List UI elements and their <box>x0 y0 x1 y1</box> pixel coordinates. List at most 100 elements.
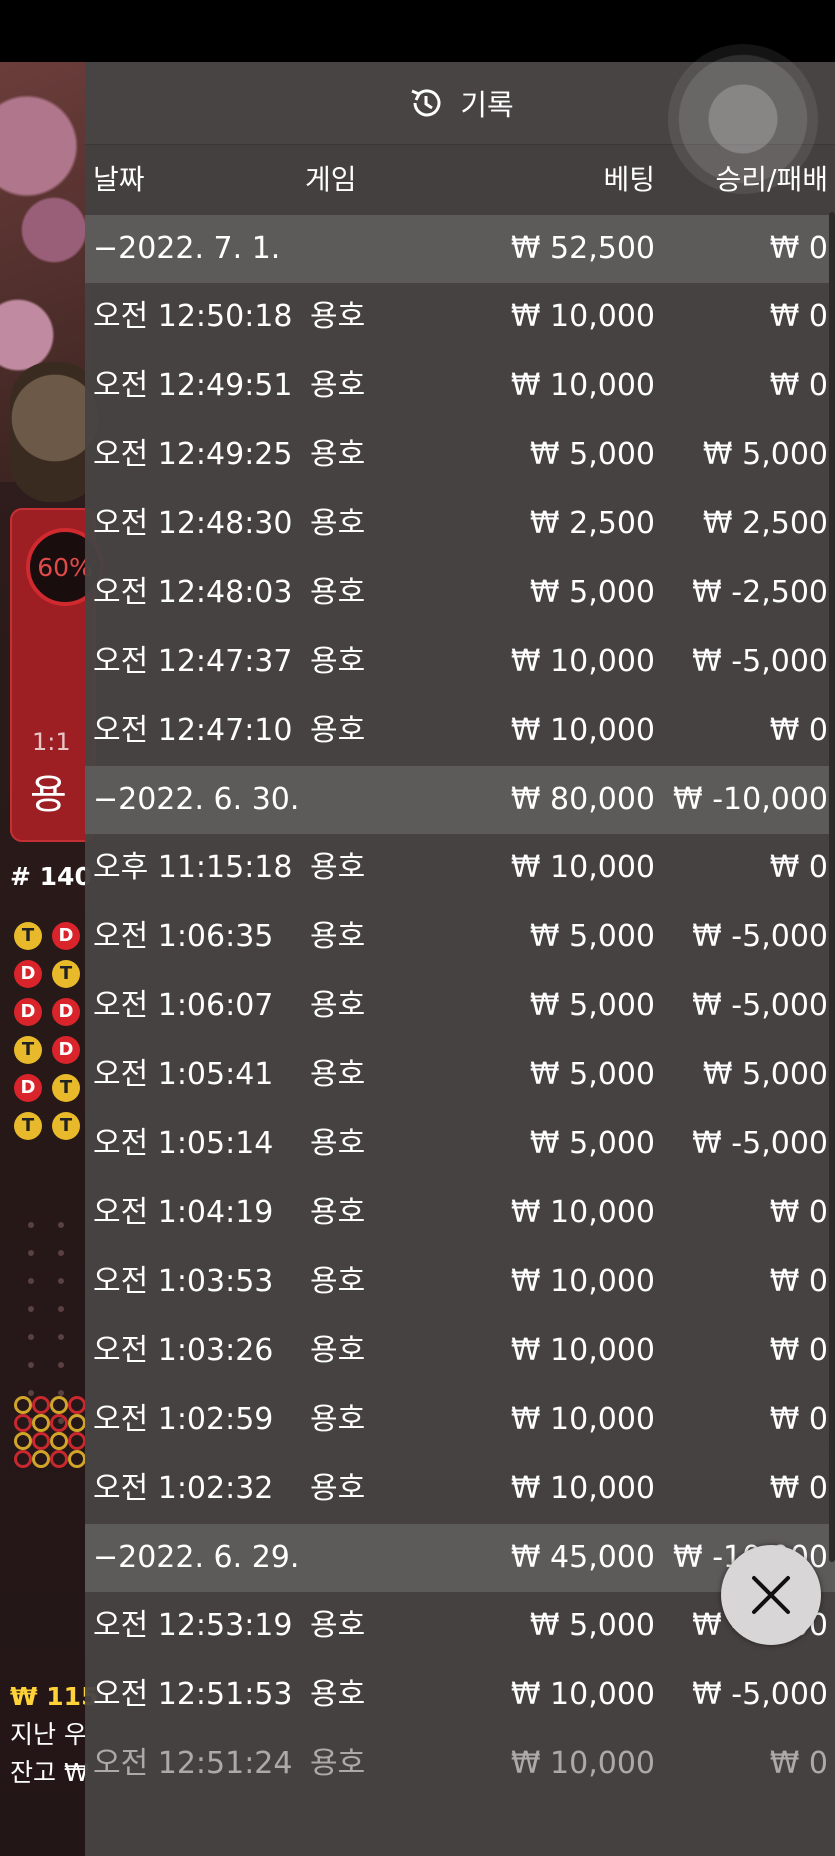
row-time: 오전 1:05:41 <box>93 1057 274 1092</box>
row-bet: ₩ 10,000 <box>510 1333 655 1368</box>
row-time: 오전 12:47:10 <box>93 713 293 748</box>
history-row[interactable]: 오전 12:48:03 용호 ₩ 5,000 ₩ -2,500 <box>85 559 835 628</box>
road-ring <box>14 1414 32 1432</box>
row-result: ₩ -5,000 <box>692 644 828 679</box>
road-dot <box>28 1362 34 1368</box>
history-list[interactable]: −2022. 7. 1. ₩ 52,500 ₩ 0 오전 12:50:18 용호 ₩ 10… <box>85 215 835 1799</box>
row-bet: ₩ 5,000 <box>529 1126 655 1161</box>
history-row[interactable]: 오전 1:06:35 용호 ₩ 5,000 ₩ -5,000 <box>85 903 835 972</box>
group-bet-total: ₩ 45,000 <box>510 1540 655 1575</box>
row-time: 오전 12:50:18 <box>93 299 293 334</box>
row-bet: ₩ 10,000 <box>510 1195 655 1230</box>
road-ring <box>68 1414 86 1432</box>
history-row[interactable]: 오전 12:47:37 용호 ₩ 10,000 ₩ -5,000 <box>85 628 835 697</box>
row-time: 오전 1:03:26 <box>93 1333 274 1368</box>
history-row[interactable]: 오전 1:05:41 용호 ₩ 5,000 ₩ 5,000 <box>85 1041 835 1110</box>
road-dot <box>58 1306 64 1312</box>
road-ring <box>14 1432 32 1450</box>
road-ring <box>50 1414 68 1432</box>
row-time: 오전 12:51:24 <box>93 1746 293 1781</box>
row-result: ₩ 0 <box>769 368 828 403</box>
row-bet: ₩ 10,000 <box>510 713 655 748</box>
road-dot <box>28 1390 34 1396</box>
row-game: 용호 <box>310 1402 366 1437</box>
row-result: ₩ 5,000 <box>702 1057 828 1092</box>
road-ring <box>14 1450 32 1468</box>
row-time: 오후 11:15:18 <box>93 850 293 885</box>
road-bead: D <box>52 922 80 950</box>
road-bead: T <box>14 922 42 950</box>
road-ring <box>32 1396 50 1414</box>
history-row[interactable]: 오전 12:49:51 용호 ₩ 10,000 ₩ 0 <box>85 352 835 421</box>
row-time: 오전 12:51:53 <box>93 1677 293 1712</box>
history-row[interactable]: 오전 1:06:07 용호 ₩ 5,000 ₩ -5,000 <box>85 972 835 1041</box>
road-bead: T <box>52 960 80 988</box>
row-bet: ₩ 10,000 <box>510 1402 655 1437</box>
row-game: 용호 <box>310 368 366 403</box>
row-game: 용호 <box>310 1126 366 1161</box>
group-date: −2022. 6. 29. <box>93 1540 300 1575</box>
row-time: 오전 1:06:35 <box>93 919 274 954</box>
close-button[interactable] <box>721 1545 821 1645</box>
row-result: ₩ 0 <box>769 713 828 748</box>
road-ring <box>32 1414 50 1432</box>
history-row[interactable]: 오전 12:49:25 용호 ₩ 5,000 ₩ 5,000 <box>85 421 835 490</box>
road-bead: D <box>14 960 42 988</box>
road-dot <box>28 1306 34 1312</box>
history-row[interactable]: 오전 1:04:19 용호 ₩ 10,000 ₩ 0 <box>85 1179 835 1248</box>
history-row[interactable]: 오전 1:03:26 용호 ₩ 10,000 ₩ 0 <box>85 1317 835 1386</box>
history-row[interactable]: 오전 12:50:18 용호 ₩ 10,000 ₩ 0 <box>85 283 835 352</box>
row-time: 오전 1:02:32 <box>93 1471 274 1506</box>
history-row[interactable]: 오전 1:02:32 용호 ₩ 10,000 ₩ 0 <box>85 1455 835 1524</box>
scrollbar[interactable] <box>829 212 835 1562</box>
history-row[interactable]: 오전 12:51:53 용호 ₩ 10,000 ₩ -5,000 <box>85 1661 835 1730</box>
row-result: ₩ 0 <box>769 850 828 885</box>
row-time: 오전 1:06:07 <box>93 988 274 1023</box>
row-game: 용호 <box>310 1195 366 1230</box>
road-dot <box>28 1250 34 1256</box>
row-result: ₩ -2,500 <box>692 575 828 610</box>
group-bet-total: ₩ 52,500 <box>510 231 655 266</box>
history-row[interactable]: 오후 11:15:18 용호 ₩ 10,000 ₩ 0 <box>85 834 835 903</box>
row-bet: ₩ 2,500 <box>529 506 655 541</box>
history-row[interactable]: 오전 12:51:24 용호 ₩ 10,000 ₩ 0 <box>85 1730 835 1799</box>
row-time: 오전 1:04:19 <box>93 1195 274 1230</box>
row-result: ₩ 0 <box>769 1264 828 1299</box>
panel-title: 기록 <box>460 88 514 122</box>
row-bet: ₩ 5,000 <box>529 1608 655 1643</box>
row-game: 용호 <box>310 1471 366 1506</box>
road-ring <box>68 1432 86 1450</box>
row-time: 오전 12:53:19 <box>93 1608 293 1643</box>
road-ring <box>68 1396 86 1414</box>
row-bet: ₩ 5,000 <box>529 1057 655 1092</box>
history-row[interactable]: 오전 1:05:14 용호 ₩ 5,000 ₩ -5,000 <box>85 1110 835 1179</box>
date-group-row[interactable]: −2022. 7. 1. ₩ 52,500 ₩ 0 <box>85 215 835 283</box>
row-game: 용호 <box>310 1608 366 1643</box>
row-bet: ₩ 10,000 <box>510 850 655 885</box>
row-result: ₩ 0 <box>769 1195 828 1230</box>
dragon-label: 용 <box>30 772 67 818</box>
road-bead: T <box>52 1112 80 1140</box>
col-winloss: 승리/패배 <box>715 163 828 196</box>
road-bead: D <box>14 1074 42 1102</box>
history-row[interactable]: 오전 12:47:10 용호 ₩ 10,000 ₩ 0 <box>85 697 835 766</box>
col-date: 날짜 <box>93 163 145 196</box>
road-dot <box>28 1278 34 1284</box>
row-result: ₩ 0 <box>769 1471 828 1506</box>
road-ring <box>32 1432 50 1450</box>
road-dot <box>58 1250 64 1256</box>
row-result: ₩ 0 <box>769 1402 828 1437</box>
road-ring <box>32 1450 50 1468</box>
panel-header: 기록 <box>85 62 835 145</box>
row-result: ₩ 5,000 <box>702 437 828 472</box>
date-group-row[interactable]: −2022. 6. 30. ₩ 80,000 ₩ -10,000 <box>85 766 835 834</box>
row-game: 용호 <box>310 1746 366 1781</box>
row-bet: ₩ 5,000 <box>529 437 655 472</box>
road-ring <box>14 1396 32 1414</box>
group-bet-total: ₩ 80,000 <box>510 782 655 817</box>
history-row[interactable]: 오전 1:02:59 용호 ₩ 10,000 ₩ 0 <box>85 1386 835 1455</box>
history-row[interactable]: 오전 1:03:53 용호 ₩ 10,000 ₩ 0 <box>85 1248 835 1317</box>
history-row[interactable]: 오전 12:48:30 용호 ₩ 2,500 ₩ 2,500 <box>85 490 835 559</box>
row-result: ₩ 2,500 <box>702 506 828 541</box>
row-bet: ₩ 5,000 <box>529 919 655 954</box>
